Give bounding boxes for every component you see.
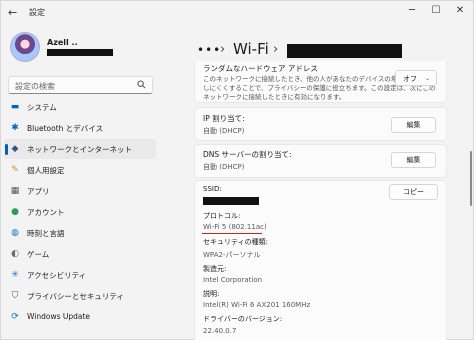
ssid-value-redacted — [203, 197, 259, 205]
search-icon — [137, 80, 146, 89]
chevron-right-icon: › — [220, 42, 226, 57]
accessibility-icon: ✳ — [11, 270, 19, 280]
sidebar-item-label: システム — [27, 103, 57, 112]
breadcrumb-more-button[interactable]: ••• — [197, 43, 221, 57]
sidebar-item-label: Bluetooth とデバイス — [27, 124, 104, 133]
profile-name: Azell .. — [47, 38, 78, 47]
settings-window: ← 設定 ─ ☐ ✕ Azell .. 設定の検索 ▬ システム ✱ Bluetoot… — [0, 0, 474, 340]
active-indicator — [5, 144, 8, 155]
driver-version-label: ドライバーのバージョン: — [203, 315, 283, 323]
driver-version-value: 22.40.0.7 — [203, 327, 237, 335]
ip-edit-button[interactable]: 編集 — [391, 117, 436, 133]
sidebar-item-label: 個人用設定 — [27, 166, 65, 175]
sidebar-item-label: ネットワークとインターネット — [27, 145, 132, 154]
sidebar-item[interactable]: ◍ 時刻と言語 — [4, 223, 156, 243]
chevron-down-icon: ⌄ — [424, 75, 430, 82]
network-icon: ◆ — [11, 144, 19, 154]
bluetooth-icon: ✱ — [11, 123, 19, 133]
account-icon: ● — [11, 207, 19, 217]
sidebar-item[interactable]: ✱ Bluetooth とデバイス — [4, 118, 156, 138]
random-mac-card: ランダムなハードウェア アドレス このネットワークに接続したとき、他の人があなた… — [194, 61, 447, 103]
app-title: 設定 — [29, 8, 45, 17]
minimize-button[interactable]: ─ — [403, 4, 421, 18]
manufacturer-value: Intel Corporation — [203, 276, 263, 284]
random-mac-value: オフ — [403, 75, 417, 83]
sidebar-item[interactable]: ● アカウント — [4, 202, 156, 222]
update-icon: ⟳ — [11, 312, 19, 322]
sidebar-item[interactable]: ✎ 個人用設定 — [4, 160, 156, 180]
chevron-right-icon: › — [273, 42, 279, 57]
sidebar-item-label: Windows Update — [27, 312, 91, 321]
sidebar-item-label: ゲーム — [27, 250, 50, 259]
shield-icon: ⛉ — [11, 291, 19, 301]
title-bar: ← 設定 ─ ☐ ✕ — [1, 1, 474, 23]
ip-assignment-title: IP 割り当て: — [203, 114, 245, 123]
sidebar-item-label: 時刻と言語 — [27, 229, 65, 238]
description-value: Intel(R) Wi-Fi 6 AX201 160MHz — [203, 301, 311, 309]
sidebar-item-label: アクセシビリティ — [27, 271, 87, 280]
ip-assignment-value: 自動 (DHCP) — [203, 127, 245, 135]
random-mac-desc-line: ネットワークに接続したときに有効になります。 — [203, 93, 346, 101]
sidebar-item[interactable]: ▦ アプリ — [4, 181, 156, 201]
ssid-label: SSID: — [203, 185, 222, 193]
highlight-underline — [202, 233, 262, 234]
ssid-breadcrumb-redacted — [287, 44, 402, 58]
back-button[interactable]: ← — [8, 6, 17, 19]
dns-edit-button[interactable]: 編集 — [391, 152, 436, 168]
copy-button[interactable]: コピー — [389, 184, 438, 200]
protocol-label: プロトコル: — [203, 212, 241, 220]
ip-assignment-card: IP 割り当て: 自動 (DHCP) 編集 — [194, 107, 447, 141]
gamepad-icon: ◐ — [11, 249, 19, 259]
sidebar-item-label: アプリ — [27, 187, 50, 196]
sidebar-item[interactable]: ⛉ プライバシーとセキュリティ — [4, 286, 156, 306]
security-value: WPA2-パーソナル — [203, 251, 261, 259]
dns-assignment-value: 自動 (DHCP) — [203, 163, 245, 171]
search-placeholder: 設定の検索 — [15, 82, 55, 91]
manufacturer-label: 製造元: — [203, 265, 227, 273]
protocol-value: Wi-Fi 5 (802.11ac) — [203, 223, 267, 231]
maximize-button[interactable]: ☐ — [427, 4, 445, 18]
sidebar-item[interactable]: ◐ ゲーム — [4, 244, 156, 264]
avatar[interactable] — [10, 32, 40, 62]
sidebar-item[interactable]: ◆ ネットワークとインターネット — [4, 139, 156, 159]
sidebar-item-label: アカウント — [27, 208, 65, 217]
dns-assignment-card: DNS サーバーの割り当て: 自動 (DHCP) 編集 — [194, 144, 447, 178]
apps-icon: ▦ — [10, 186, 20, 196]
close-button[interactable]: ✕ — [451, 4, 469, 18]
globe-icon: ◍ — [11, 228, 19, 238]
description-label: 説明: — [203, 290, 220, 298]
sidebar-item-label: プライバシーとセキュリティ — [27, 292, 124, 301]
dns-assignment-title: DNS サーバーの割り当て: — [203, 150, 292, 159]
sidebar-item[interactable]: ✳ アクセシビリティ — [4, 265, 156, 285]
monitor-icon: ▬ — [10, 102, 20, 112]
profile-email-redacted — [47, 49, 113, 56]
random-mac-dropdown[interactable]: オフ ⌄ — [395, 70, 437, 86]
page-title[interactable]: Wi-Fi — [233, 40, 269, 58]
properties-card: SSID: コピー プロトコル: Wi-Fi 5 (802.11ac) セキュリ… — [194, 180, 447, 340]
search-input[interactable]: 設定の検索 — [8, 76, 153, 94]
scrollbar[interactable] — [470, 151, 472, 206]
sidebar-item[interactable]: ⟳ Windows Update — [4, 307, 156, 327]
security-label: セキュリティの種類: — [203, 238, 268, 246]
sidebar-item[interactable]: ▬ システム — [4, 97, 156, 117]
brush-icon: ✎ — [11, 165, 19, 175]
